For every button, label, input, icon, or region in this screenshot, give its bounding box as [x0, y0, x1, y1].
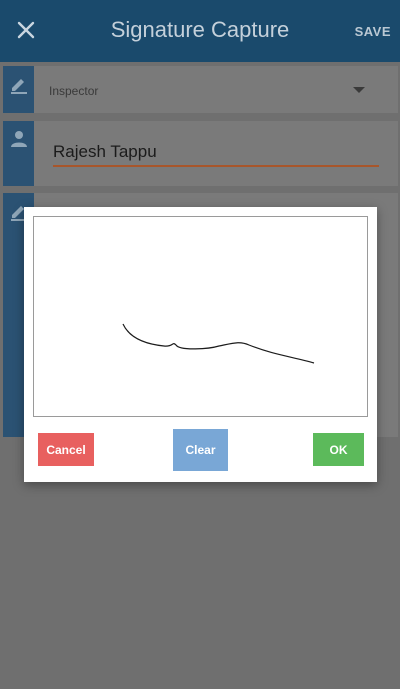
name-field-card: Rajesh Tappu [34, 121, 398, 186]
cancel-button[interactable]: Cancel [38, 433, 94, 466]
role-dropdown[interactable]: Inspector [34, 66, 398, 113]
ok-button[interactable]: OK [313, 433, 364, 466]
name-field[interactable]: Rajesh Tappu [53, 142, 157, 162]
signature-dialog: Cancel Clear OK [24, 207, 377, 482]
save-button[interactable]: SAVE [355, 24, 391, 39]
clear-button[interactable]: Clear [173, 429, 228, 471]
person-icon [11, 131, 27, 147]
edit-pencil-icon [11, 79, 27, 94]
row-icon-role [3, 66, 34, 113]
dropdown-arrow-icon[interactable] [353, 87, 365, 93]
signature-pad[interactable] [33, 216, 368, 417]
role-dropdown-value: Inspector [49, 84, 99, 98]
signature-stroke [122, 323, 315, 364]
app-bar: Signature Capture SAVE [0, 0, 400, 62]
row-icon-name [3, 121, 34, 186]
name-field-underline [53, 165, 379, 167]
page-title: Signature Capture [110, 17, 290, 42]
